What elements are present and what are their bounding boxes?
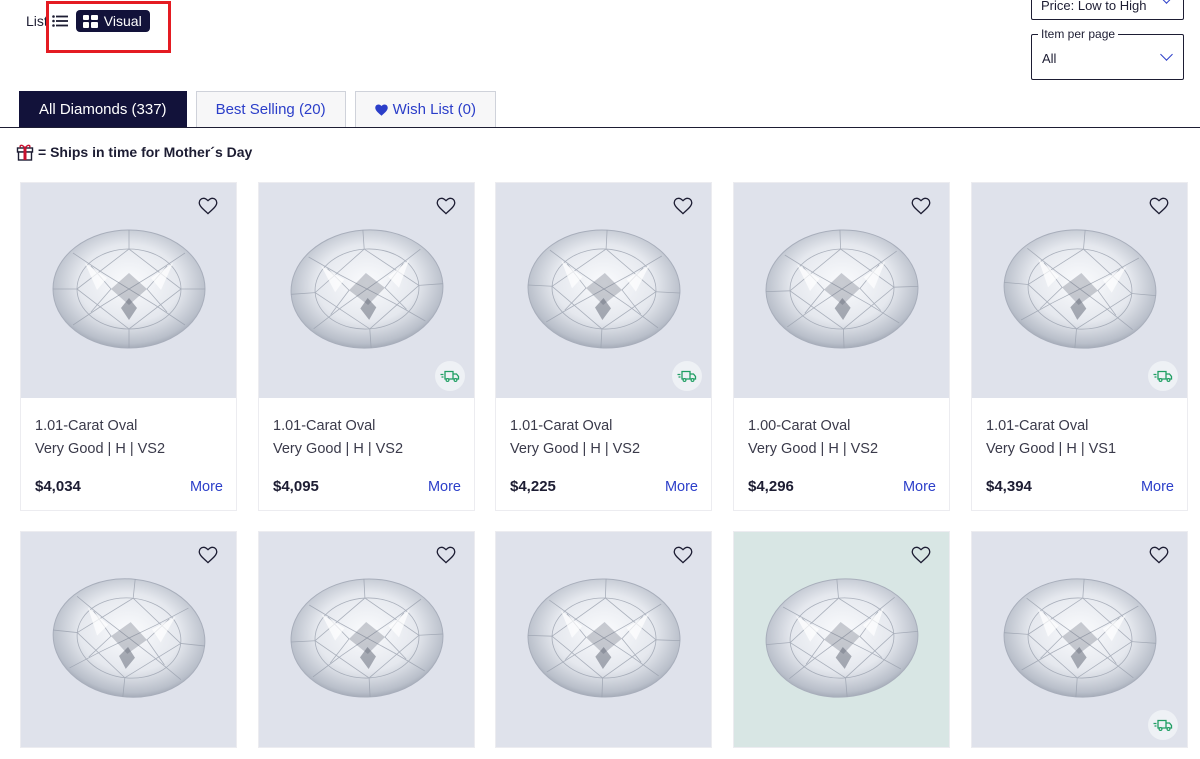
product-image[interactable] bbox=[21, 183, 236, 398]
product-card[interactable]: 1.01-Carat Oval Very Good | H | VS2 $4,2… bbox=[495, 182, 712, 511]
product-image[interactable] bbox=[734, 183, 949, 398]
product-price: $4,394 bbox=[986, 478, 1032, 495]
product-card[interactable]: 1.01-Carat Oval Very Good | H | VS2 $4,0… bbox=[20, 182, 237, 511]
gift-icon bbox=[16, 144, 34, 161]
tab-divider bbox=[0, 127, 1200, 128]
product-info: 1.01-Carat Oval Very Good | H | VS2 $4,0… bbox=[259, 398, 474, 510]
tab-label: Wish List (0) bbox=[392, 101, 476, 118]
product-info: 1.01-Carat Oval Very Good | H | VS1 $4,3… bbox=[972, 398, 1187, 510]
product-title[interactable]: 1.01-Carat Oval bbox=[986, 415, 1174, 438]
product-card[interactable] bbox=[971, 531, 1188, 748]
product-info: 1.01-Carat Oval Very Good | H | VS2 $4,0… bbox=[21, 398, 236, 510]
product-card[interactable]: 1.01-Carat Oval Very Good | H | VS2 $4,0… bbox=[258, 182, 475, 511]
view-toggle: List Visual bbox=[26, 10, 150, 32]
more-link[interactable]: More bbox=[665, 479, 698, 495]
product-tabs: All Diamonds (337) Best Selling (20) Wis… bbox=[19, 91, 496, 127]
more-link[interactable]: More bbox=[428, 479, 461, 495]
heart-outline-icon[interactable] bbox=[673, 546, 693, 564]
product-image[interactable] bbox=[972, 532, 1187, 747]
product-title[interactable]: 1.01-Carat Oval bbox=[510, 415, 698, 438]
fast-shipping-badge bbox=[435, 361, 465, 391]
grid-icon bbox=[82, 14, 98, 28]
ships-note-text: = Ships in time for Mother´s Day bbox=[38, 144, 253, 160]
truck-icon bbox=[1153, 719, 1173, 731]
heart-icon bbox=[374, 103, 388, 116]
tab-label: All Diamonds (337) bbox=[39, 101, 167, 118]
tab-best-selling[interactable]: Best Selling (20) bbox=[195, 91, 346, 127]
sort-select[interactable]: Price: Low to High bbox=[1031, 0, 1184, 20]
product-price: $4,034 bbox=[35, 478, 81, 495]
product-card[interactable]: 1.00-Carat Oval Very Good | H | VS2 $4,2… bbox=[733, 182, 950, 511]
heart-outline-icon[interactable] bbox=[911, 546, 931, 564]
product-specs: Very Good | H | VS2 bbox=[510, 441, 641, 457]
product-title[interactable]: 1.01-Carat Oval bbox=[35, 415, 223, 438]
diamond-image bbox=[52, 578, 206, 698]
items-per-page-value: All bbox=[1042, 51, 1057, 66]
product-image[interactable] bbox=[496, 532, 711, 747]
product-card[interactable] bbox=[258, 531, 475, 748]
visual-view-label: Visual bbox=[103, 13, 142, 29]
more-link[interactable]: More bbox=[190, 479, 223, 495]
product-info: 1.01-Carat Oval Very Good | H | VS2 $4,2… bbox=[496, 398, 711, 510]
product-card[interactable] bbox=[733, 531, 950, 748]
product-price: $4,095 bbox=[273, 478, 319, 495]
product-price: $4,296 bbox=[748, 478, 794, 495]
product-info: 1.00-Carat Oval Very Good | H | VS2 $4,2… bbox=[734, 398, 949, 510]
fast-shipping-badge bbox=[1148, 710, 1178, 740]
product-image[interactable] bbox=[259, 532, 474, 747]
tab-label: Best Selling (20) bbox=[215, 101, 326, 118]
diamond-image bbox=[765, 578, 919, 698]
product-title[interactable]: 1.00-Carat Oval bbox=[748, 415, 936, 438]
product-specs: Very Good | H | VS2 bbox=[273, 441, 404, 457]
fast-shipping-badge bbox=[672, 361, 702, 391]
diamond-image bbox=[290, 578, 444, 698]
heart-outline-icon[interactable] bbox=[198, 546, 218, 564]
diamond-image bbox=[1003, 578, 1157, 698]
chevron-down-icon bbox=[1160, 48, 1173, 61]
chevron-down-icon bbox=[1160, 0, 1173, 4]
product-card[interactable] bbox=[495, 531, 712, 748]
diamond-image bbox=[527, 578, 681, 698]
more-link[interactable]: More bbox=[903, 479, 936, 495]
ships-note: = Ships in time for Mother´s Day bbox=[16, 143, 252, 161]
product-title[interactable]: 1.01-Carat Oval bbox=[273, 415, 461, 438]
truck-icon bbox=[677, 370, 697, 382]
heart-outline-icon[interactable] bbox=[1149, 197, 1169, 215]
list-icon bbox=[51, 15, 68, 27]
diamond-image bbox=[527, 229, 681, 349]
heart-outline-icon[interactable] bbox=[436, 546, 456, 564]
tab-wish-list[interactable]: Wish List (0) bbox=[354, 91, 496, 127]
more-link[interactable]: More bbox=[1141, 479, 1174, 495]
visual-view-button[interactable]: Visual bbox=[75, 10, 150, 32]
tab-all-diamonds[interactable]: All Diamonds (337) bbox=[19, 91, 187, 127]
heart-outline-icon[interactable] bbox=[673, 197, 693, 215]
diamond-image bbox=[1003, 229, 1157, 349]
list-view-option[interactable]: List bbox=[26, 13, 68, 29]
fast-shipping-badge bbox=[1148, 361, 1178, 391]
product-image[interactable] bbox=[972, 183, 1187, 398]
heart-outline-icon[interactable] bbox=[911, 197, 931, 215]
product-card[interactable]: 1.01-Carat Oval Very Good | H | VS1 $4,3… bbox=[971, 182, 1188, 511]
truck-icon bbox=[1153, 370, 1173, 382]
product-specs: Very Good | H | VS1 bbox=[986, 441, 1117, 457]
product-image[interactable] bbox=[734, 532, 949, 747]
items-per-page-select[interactable]: Item per page All bbox=[1031, 27, 1184, 80]
product-image[interactable] bbox=[21, 532, 236, 747]
heart-outline-icon[interactable] bbox=[436, 197, 456, 215]
product-price: $4,225 bbox=[510, 478, 556, 495]
product-card[interactable] bbox=[20, 531, 237, 748]
truck-icon bbox=[440, 370, 460, 382]
product-image[interactable] bbox=[259, 183, 474, 398]
product-image[interactable] bbox=[496, 183, 711, 398]
diamond-image bbox=[765, 229, 919, 349]
sort-select-value: Price: Low to High bbox=[1041, 0, 1147, 13]
list-view-label: List bbox=[26, 13, 48, 29]
product-specs: Very Good | H | VS2 bbox=[35, 441, 166, 457]
product-specs: Very Good | H | VS2 bbox=[748, 441, 879, 457]
diamond-image bbox=[52, 229, 206, 349]
heart-outline-icon[interactable] bbox=[198, 197, 218, 215]
heart-outline-icon[interactable] bbox=[1149, 546, 1169, 564]
items-per-page-legend: Item per page bbox=[1038, 27, 1119, 41]
diamond-image bbox=[290, 229, 444, 349]
